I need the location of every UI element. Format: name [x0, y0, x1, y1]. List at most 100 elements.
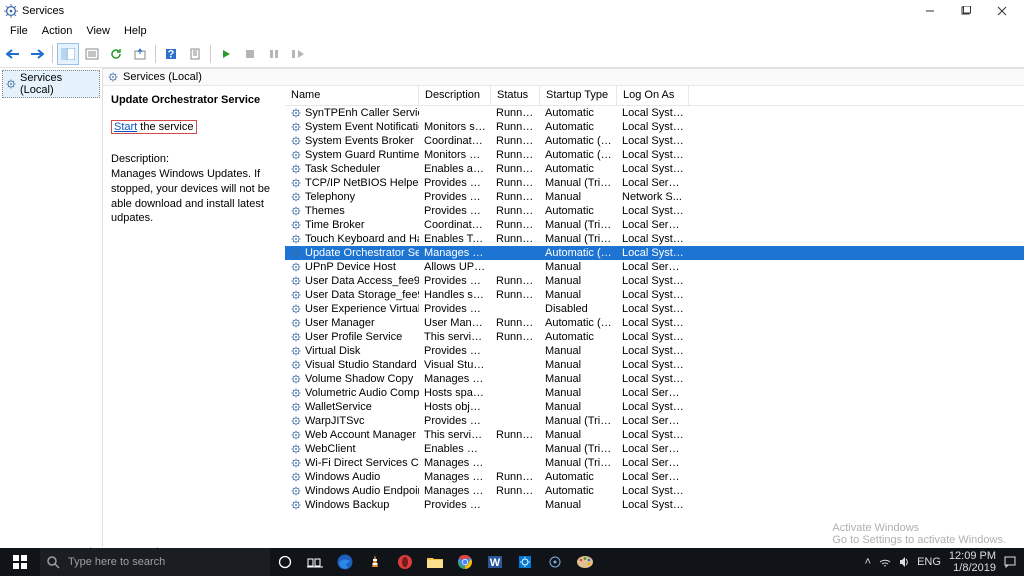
table-row[interactable]: Virtual DiskProvides m...ManualLocal Sys…	[285, 344, 1024, 358]
description-body: Manages Windows Updates. If stopped, you…	[111, 167, 277, 226]
export-button[interactable]	[129, 43, 151, 65]
task-view-icon[interactable]	[300, 548, 330, 576]
menu-help[interactable]: Help	[118, 24, 153, 38]
pause-service-button[interactable]	[263, 43, 285, 65]
table-row[interactable]: Task SchedulerEnables a us...RunningAuto…	[285, 162, 1024, 176]
table-row[interactable]: Wi-Fi Direct Services Conne...Manages co…	[285, 456, 1024, 470]
cell-name: WarpJITSvc	[285, 415, 419, 427]
wifi-icon[interactable]	[879, 556, 891, 568]
col-description[interactable]: Description	[419, 86, 491, 105]
table-row[interactable]: Touch Keyboard and Hand...Enables Tou...…	[285, 232, 1024, 246]
cell-log-on-as: Local Service	[617, 415, 689, 427]
cell-name: User Profile Service	[285, 331, 419, 343]
cell-description: Hosts spatia...	[419, 387, 491, 399]
cell-status: Running	[491, 163, 540, 175]
cell-startup-type: Automatic (D...	[540, 247, 617, 259]
cell-description: Provides Tel...	[419, 191, 491, 203]
table-row[interactable]: User Profile ServiceThis service ...Runn…	[285, 330, 1024, 344]
vlc-icon[interactable]	[360, 548, 390, 576]
start-service-link[interactable]: Start	[114, 121, 137, 133]
col-log-on-as[interactable]: Log On As	[617, 86, 689, 105]
opera-icon[interactable]	[390, 548, 420, 576]
table-row[interactable]: Volume Shadow CopyManages an...ManualLoc…	[285, 372, 1024, 386]
table-row[interactable]: Web Account ManagerThis service ...Runni…	[285, 428, 1024, 442]
cell-name: User Experience Virtualizatio...	[285, 303, 419, 315]
edge-icon[interactable]	[330, 548, 360, 576]
table-row[interactable]: Windows Audio Endpoint B...Manages au...…	[285, 484, 1024, 498]
cell-log-on-as: Local Syste...	[617, 303, 689, 315]
help-button[interactable]: ?	[160, 43, 182, 65]
cell-status: Running	[491, 485, 540, 497]
table-row[interactable]: WalletServiceHosts objec...ManualLocal S…	[285, 400, 1024, 414]
table-row[interactable]: Volumetric Audio Composit...Hosts spatia…	[285, 386, 1024, 400]
tray-time: 12:09 PM	[949, 550, 996, 562]
word-icon[interactable]: W	[480, 548, 510, 576]
taskbar-search[interactable]: Type here to search	[40, 548, 270, 576]
cell-log-on-as: Local Syste...	[617, 345, 689, 357]
properties-button[interactable]	[184, 43, 206, 65]
tray-language[interactable]: ENG	[917, 556, 941, 568]
col-status[interactable]: Status	[491, 86, 540, 105]
minimize-button[interactable]	[912, 0, 948, 22]
start-service-suffix: the service	[140, 121, 193, 133]
cell-startup-type: Automatic	[540, 331, 617, 343]
menu-action[interactable]: Action	[36, 24, 79, 38]
table-row[interactable]: TCP/IP NetBIOS HelperProvides su...Runni…	[285, 176, 1024, 190]
restart-service-button[interactable]	[287, 43, 309, 65]
menu-view[interactable]: View	[80, 24, 116, 38]
show-hide-tree-button[interactable]	[57, 43, 79, 65]
table-row[interactable]: SynTPEnh Caller ServiceRunningAutomaticL…	[285, 106, 1024, 120]
services-icon[interactable]	[540, 548, 570, 576]
paint-icon[interactable]	[570, 548, 600, 576]
cell-name: SynTPEnh Caller Service	[285, 107, 419, 119]
table-row[interactable]: Visual Studio Standard Coll...Visual Stu…	[285, 358, 1024, 372]
col-name[interactable]: Name	[285, 86, 419, 105]
table-row[interactable]: TelephonyProvides Tel...RunningManualNet…	[285, 190, 1024, 204]
table-row[interactable]: WebClientEnables Win...Manual (Trig...Lo…	[285, 442, 1024, 456]
file-explorer-icon[interactable]	[420, 548, 450, 576]
cell-log-on-as: Local Service	[617, 471, 689, 483]
table-row[interactable]: System Events BrokerCoordinates...Runnin…	[285, 134, 1024, 148]
table-row[interactable]: Windows BackupProvides Wi...ManualLocal …	[285, 498, 1024, 512]
table-row[interactable]: Update Orchestrator ServiceManages W...A…	[285, 246, 1024, 260]
table-row[interactable]: User Data Access_fee91aProvides ap...Run…	[285, 274, 1024, 288]
stop-service-button[interactable]	[239, 43, 261, 65]
tray-clock[interactable]: 12:09 PM 1/8/2019	[949, 550, 996, 574]
col-startup-type[interactable]: Startup Type	[540, 86, 617, 105]
export-list-button[interactable]	[81, 43, 103, 65]
maximize-button[interactable]	[948, 0, 984, 22]
table-row[interactable]: User Data Storage_fee91aHandles sto...Ru…	[285, 288, 1024, 302]
tray-chevron-icon[interactable]: ˄	[865, 556, 871, 568]
close-button[interactable]	[984, 0, 1020, 22]
notifications-icon[interactable]	[1004, 556, 1016, 568]
table-row[interactable]: ThemesProvides us...RunningAutomaticLoca…	[285, 204, 1024, 218]
description-heading: Description:	[111, 152, 277, 167]
nav-services-local[interactable]: Services (Local)	[2, 70, 100, 98]
cell-description: This service ...	[419, 331, 491, 343]
table-row[interactable]: User Experience Virtualizatio...Provides…	[285, 302, 1024, 316]
volume-icon[interactable]	[899, 556, 909, 568]
search-icon	[46, 555, 60, 569]
settings-icon[interactable]	[510, 548, 540, 576]
table-row[interactable]: WarpJITSvcProvides a JI...Manual (Trig..…	[285, 414, 1024, 428]
rows-viewport[interactable]: SynTPEnh Caller ServiceRunningAutomaticL…	[285, 106, 1024, 548]
cell-name: Volume Shadow Copy	[285, 373, 419, 385]
start-service-button[interactable]	[215, 43, 237, 65]
table-row[interactable]: User ManagerUser Manag...RunningAutomati…	[285, 316, 1024, 330]
cortana-icon[interactable]	[270, 548, 300, 576]
table-row[interactable]: System Guard Runtime Mo...Monitors an...…	[285, 148, 1024, 162]
chrome-icon[interactable]	[450, 548, 480, 576]
cell-startup-type: Manual	[540, 345, 617, 357]
system-tray: ˄ ENG 12:09 PM 1/8/2019	[865, 550, 1024, 574]
cell-startup-type: Manual	[540, 499, 617, 511]
menu-file[interactable]: File	[4, 24, 34, 38]
cell-startup-type: Manual	[540, 387, 617, 399]
refresh-button[interactable]	[105, 43, 127, 65]
back-button[interactable]	[2, 43, 24, 65]
forward-button[interactable]	[26, 43, 48, 65]
start-button[interactable]	[0, 548, 40, 576]
table-row[interactable]: Time BrokerCoordinates...RunningManual (…	[285, 218, 1024, 232]
table-row[interactable]: Windows AudioManages au...RunningAutomat…	[285, 470, 1024, 484]
table-row[interactable]: UPnP Device HostAllows UPn...ManualLocal…	[285, 260, 1024, 274]
table-row[interactable]: System Event Notification S...Monitors s…	[285, 120, 1024, 134]
